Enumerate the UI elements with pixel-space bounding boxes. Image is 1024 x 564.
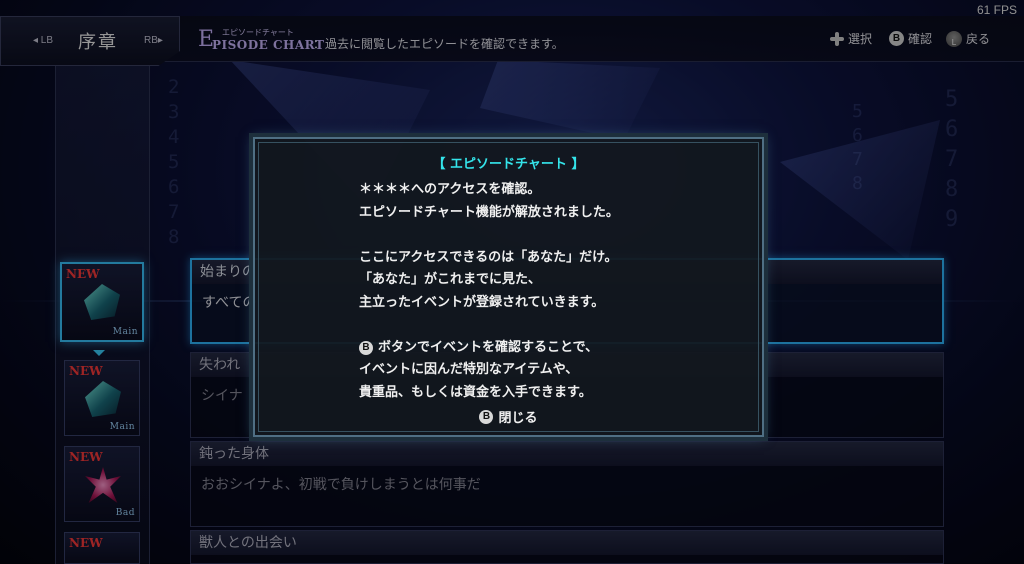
dialog-line-text: ボタンでイベントを確認することで、 — [378, 339, 599, 355]
dialog-line — [359, 224, 749, 247]
tutorial-dialog: 【 エピソードチャート 】 ＊＊＊＊へのアクセスを確認。 エピソードチャート機能… — [253, 137, 764, 437]
close-button-label: 閉じる — [498, 411, 538, 426]
dialog-line: ＊＊＊＊へのアクセスを確認。 — [359, 182, 541, 197]
dialog-line-with-button: B ボタンでイベントを確認することで、 — [359, 337, 749, 360]
dialog-line: 主立ったイベントが登録されていきます。 — [359, 294, 605, 310]
b-button-icon: B — [479, 409, 494, 424]
dialog-line: エピソードチャート機能が解放されました。 — [359, 204, 619, 220]
b-button-icon: B — [359, 340, 373, 355]
dialog-line — [359, 314, 749, 337]
dialog-line: ここにアクセスできるのは「あなた」だけ。 — [359, 249, 618, 265]
dialog-line: 「あなた」がこれまでに見た、 — [359, 272, 542, 287]
close-button[interactable]: B 閉じる — [255, 407, 762, 426]
dialog-line: 貴重品、もしくは資金を入手できます。 — [359, 384, 592, 400]
dialog-body: ＊＊＊＊へのアクセスを確認。 エピソードチャート機能が解放されました。 ここにア… — [359, 179, 749, 404]
dialog-line: イベントに因んだ特別なアイテムや、 — [359, 362, 579, 377]
dialog-title: 【 エピソードチャート 】 — [432, 157, 585, 172]
